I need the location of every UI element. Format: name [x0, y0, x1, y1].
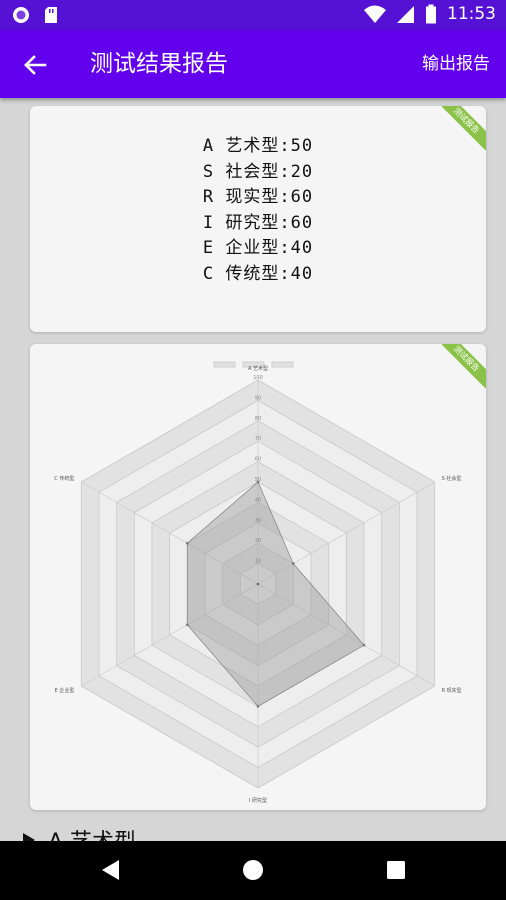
- tick-label-30: 30: [255, 518, 261, 524]
- axis-label-5: C 传统型: [54, 475, 74, 482]
- status-left-icons: [12, 6, 58, 24]
- nav-home-button[interactable]: [240, 857, 266, 883]
- axis-label-1: S 社会型: [442, 475, 462, 482]
- legend-swatch-1: [213, 361, 236, 368]
- axis-label-4: E 企业型: [55, 687, 75, 694]
- data-point-5: [186, 541, 189, 545]
- status-right-icons: 11:53: [363, 4, 496, 24]
- tick-label-20: 20: [255, 538, 261, 544]
- clock: 11:53: [447, 4, 496, 24]
- system-navigation-bar: [0, 841, 506, 900]
- circle-home-icon: [243, 860, 263, 880]
- center-point: [256, 582, 260, 586]
- data-point-1: [292, 562, 295, 565]
- tick-label-60: 60: [255, 457, 261, 463]
- score-line-i: I 研究型:60: [202, 212, 314, 233]
- tick-label-40: 40: [255, 497, 261, 503]
- legend-swatch-3: [271, 361, 294, 368]
- axis-label-0: A 艺术型: [248, 365, 268, 372]
- tick-label-70: 70: [255, 436, 261, 442]
- back-button[interactable]: [18, 48, 52, 82]
- sd-card-icon: [45, 7, 57, 23]
- tick-label-50: 50: [255, 477, 261, 483]
- data-point-2: [362, 643, 366, 647]
- score-line-r: R 现实型:60: [202, 187, 314, 207]
- tick-label-10: 10: [255, 559, 261, 565]
- cellular-signal-icon: [397, 6, 414, 23]
- tick-label-100: 100: [253, 375, 263, 381]
- score-line-s: S 社会型:20: [202, 161, 314, 182]
- radar-chart: 10 20 30 40 50 60 70 80 90 100 A 艺术型 S 社会型 R 现实型 I 研究…: [54, 361, 462, 804]
- tick-label-80: 80: [255, 416, 261, 422]
- arrow-back-icon: [24, 55, 47, 75]
- score-line-a: A 艺术型:50: [202, 136, 314, 156]
- data-point-3: [256, 705, 260, 708]
- radar-chart-card: 测试报告 10 20 30 40 50 60 70 80 90 100 A 艺术型 S 社会型 R 现实…: [30, 344, 486, 810]
- nav-recents-button[interactable]: [383, 857, 409, 883]
- triangle-back-icon: [102, 860, 119, 880]
- battery-icon: [426, 4, 436, 24]
- data-point-4: [186, 623, 189, 627]
- nav-back-button[interactable]: [98, 857, 124, 883]
- app-notification-icon: [13, 7, 29, 23]
- app-bar: 测试结果报告 输出报告: [0, 30, 506, 98]
- score-summary-card: 测试报告 A 艺术型:50 S 社会型:20 R 现实型:60 I 研究型:60…: [30, 106, 486, 332]
- score-line-e: E 企业型:40: [202, 238, 314, 258]
- status-bar: 11:53: [0, 0, 506, 30]
- tick-label-90: 90: [255, 395, 261, 401]
- page-title: 测试结果报告: [90, 51, 228, 77]
- score-list: A 艺术型:50 S 社会型:20 R 现实型:60 I 研究型:60 E 企业…: [30, 134, 486, 287]
- wifi-icon: [364, 5, 386, 23]
- axis-label-3: I 研究型: [249, 797, 267, 804]
- export-report-button[interactable]: 输出报告: [422, 52, 490, 76]
- axis-label-2: R 现实型: [442, 687, 462, 694]
- score-line-c: C 传统型:40: [202, 263, 314, 284]
- square-recents-icon: [387, 861, 405, 879]
